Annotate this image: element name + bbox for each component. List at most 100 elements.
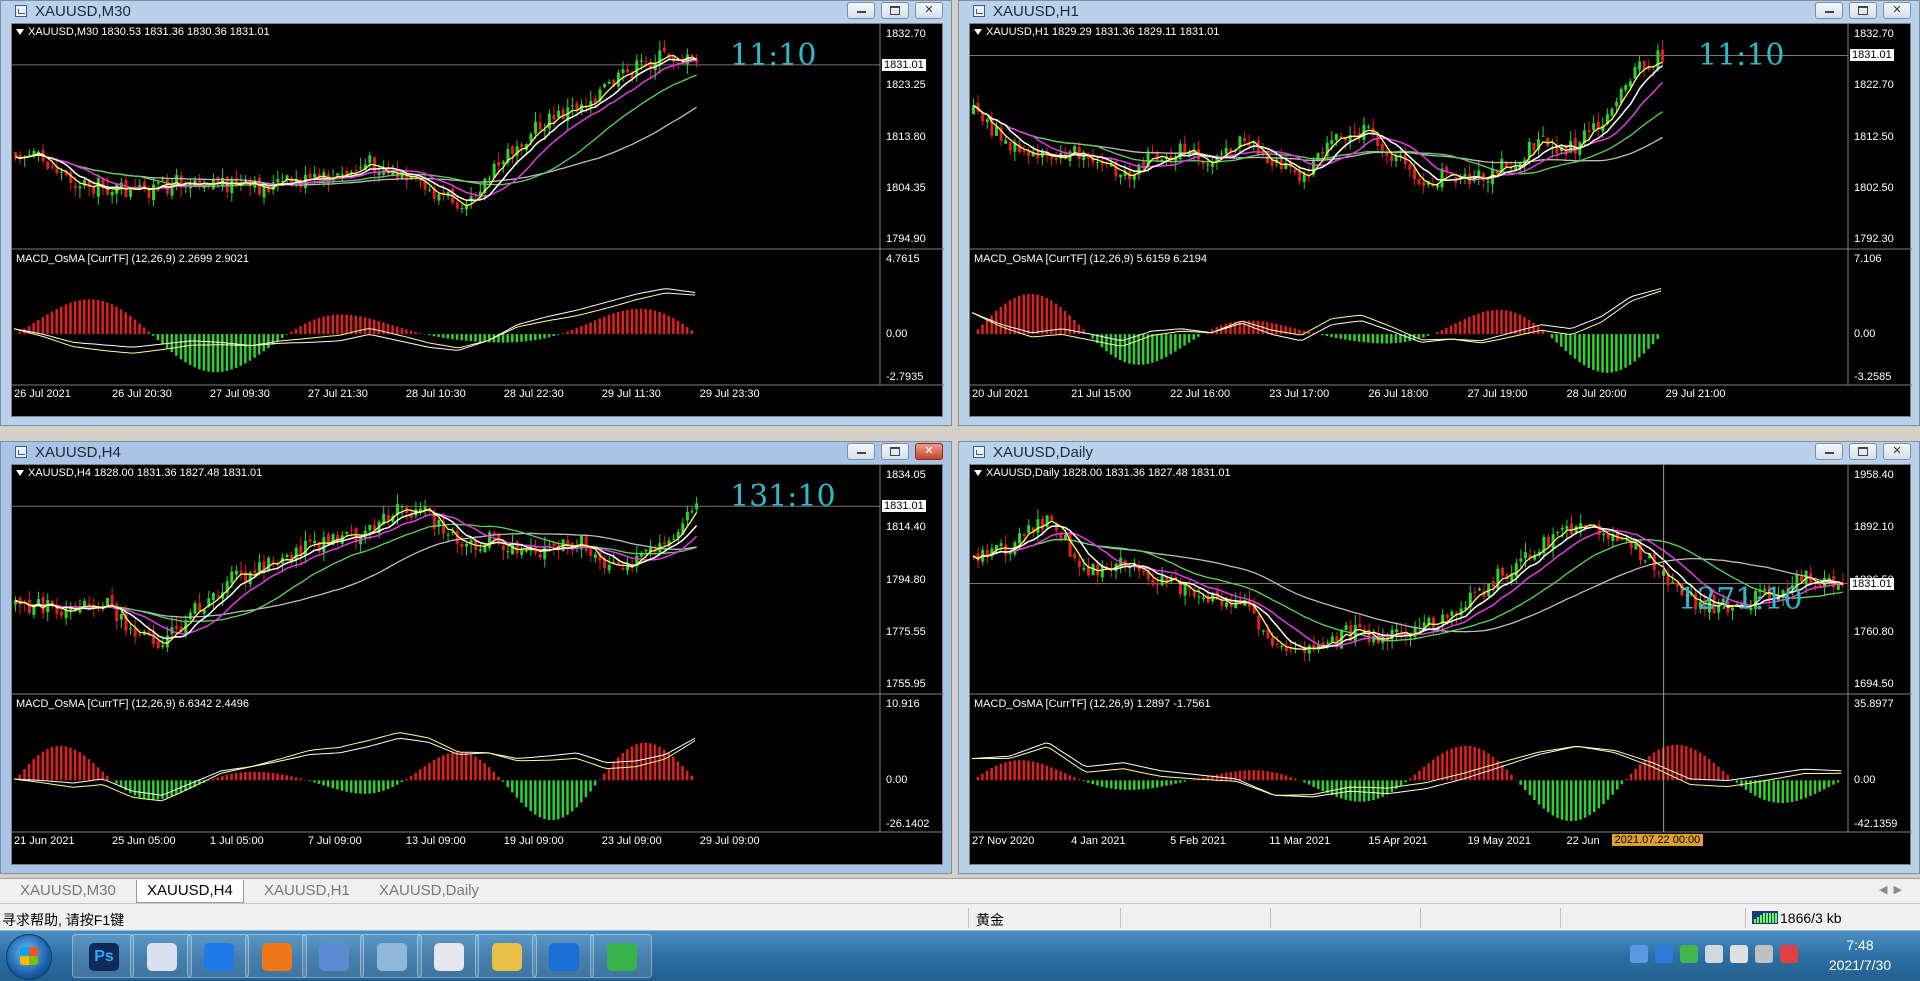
macd-histogram-bar [1229,323,1232,335]
taskbar-clock[interactable]: 7:48 2021/7/30 [1810,935,1910,975]
macd-histogram-bar [668,316,671,334]
taskbar-app-paint[interactable] [417,934,479,978]
candle-body [1023,534,1026,536]
macd-histogram-bar [267,334,270,348]
macd-histogram-bar [626,749,629,780]
chart-menu-triangle-icon[interactable] [974,29,982,35]
signal-icon[interactable] [1730,945,1748,963]
bar-countdown-clock: 11:10 [1698,38,1784,73]
maximize-button[interactable] [881,443,909,460]
chart-window-h4[interactable]: XAUUSD,H4✕ XAUUSD,H4 1828.00 1831.36 1827… [0,441,952,874]
candle-body [97,610,100,611]
chart-symbol-header[interactable]: XAUUSD,M30 1830.53 1831.36 1830.36 1831.… [16,26,270,38]
macd-histogram-bar [147,332,150,335]
candle-body [46,161,49,168]
minimize-button[interactable] [847,2,875,19]
window-titlebar[interactable]: XAUUSD,H1✕ [959,1,1919,23]
taskbar-app-photoshop[interactable]: Ps [72,934,134,978]
window-titlebar[interactable]: XAUUSD,Daily✕ [959,442,1919,464]
close-button[interactable]: ✕ [915,2,943,19]
macd-histogram-bar [1230,772,1233,780]
alert-tray-icon[interactable] [1780,945,1798,963]
chart-window-m30[interactable]: XAUUSD,M30✕ XAUUSD,M30 1830.53 1831.36 18… [0,0,952,426]
macd-histogram-bar [401,328,404,334]
chart-window-h1[interactable]: XAUUSD,H1✕ XAUUSD,H1 1829.29 1831.36 1829… [958,0,1920,426]
maximize-button[interactable] [1849,443,1877,460]
chart-canvas[interactable]: XAUUSD,H4 1828.00 1831.36 1827.48 1831.0… [11,464,943,865]
app-tray-icon[interactable] [1630,945,1648,963]
chart-canvas[interactable]: XAUUSD,H1 1829.29 1831.36 1829.11 1831.0… [969,23,1911,417]
candle-body [525,550,528,552]
tab-xauusd-daily[interactable]: XAUUSD,Daily [369,880,489,902]
chart-canvas[interactable]: XAUUSD,M30 1830.53 1831.36 1830.36 1831.… [11,23,943,417]
taskbar-app-notepad[interactable] [360,934,422,978]
macd-histogram-bar [74,750,77,781]
taskbar-app-pen-tool[interactable] [130,934,192,978]
shield-tray-icon[interactable] [1655,945,1673,963]
chart-menu-triangle-icon[interactable] [16,29,24,35]
candle-body [1317,153,1320,160]
macd-histogram-bar [1547,780,1550,812]
close-button[interactable]: ✕ [915,443,943,460]
volume-icon[interactable] [1755,945,1773,963]
macd-histogram-bar [332,780,335,788]
minimize-button[interactable] [1815,2,1843,19]
chart-symbol-header[interactable]: XAUUSD,H4 1828.00 1831.36 1827.48 1831.0… [16,467,262,479]
chart-symbol-header[interactable]: XAUUSD,H1 1829.29 1831.36 1829.11 1831.0… [974,26,1219,38]
window-titlebar[interactable]: XAUUSD,H4✕ [1,442,951,464]
close-button[interactable]: ✕ [1883,2,1911,19]
minimize-button[interactable] [1815,443,1843,460]
status-traffic: 1866/3 kb [1780,910,1842,926]
candle-body [557,111,560,117]
chart-symbol-header[interactable]: XAUUSD,Daily 1828.00 1831.36 1827.48 183… [974,467,1231,479]
macd-histogram-bar [405,329,408,334]
macd-histogram-bar [1422,334,1425,337]
macd-histogram-bar [1639,764,1642,780]
taskbar-app-messenger[interactable] [187,934,249,978]
price-axis-label: 1813.80 [886,131,926,143]
tab-xauusd-m30[interactable]: XAUUSD,M30 [10,880,126,902]
price-axis-label: 1794.80 [886,574,926,586]
time-axis-label: 11 Mar 2021 [1269,835,1330,847]
price-axis-label: 1802.50 [1854,182,1894,194]
taskbar-app-security[interactable] [532,934,594,978]
window-titlebar[interactable]: XAUUSD,M30✕ [1,1,951,23]
maximize-button[interactable] [881,2,909,19]
close-button[interactable]: ✕ [1883,443,1911,460]
candle-body [1574,138,1577,154]
macd-histogram-bar [1303,780,1306,782]
macd-histogram-bar [1570,780,1573,821]
taskbar-app-contacts[interactable] [302,934,364,978]
macd-histogram-bar [152,780,155,799]
network-icon[interactable] [1705,945,1723,963]
macd-histogram-bar [414,332,417,334]
taskbar-app-browser[interactable] [245,934,307,978]
macd-histogram-bar [447,754,450,781]
macd-histogram-bar [134,780,137,795]
maximize-button[interactable] [1849,2,1877,19]
wechat-tray-icon[interactable] [1680,945,1698,963]
minimize-button[interactable] [847,443,875,460]
tab-scroll-arrows[interactable]: ◀ ▶ [1879,883,1902,896]
chart-menu-triangle-icon[interactable] [974,470,982,476]
windows-logo-icon [20,947,38,965]
macd-histogram-bar [111,780,114,781]
tab-xauusd-h4[interactable]: XAUUSD,H4 [136,880,244,903]
macd-histogram-bar [1068,315,1071,334]
candle-body [1657,572,1660,573]
start-button[interactable] [6,934,52,980]
taskbar-app-wechat[interactable] [590,934,652,978]
macd-histogram-bar [460,334,463,340]
chart-menu-triangle-icon[interactable] [16,470,24,476]
macd-histogram-bar [1473,315,1476,334]
chart-canvas[interactable]: XAUUSD,Daily 1828.00 1831.36 1827.48 183… [969,464,1911,865]
candle-body [157,641,160,648]
chart-window-daily[interactable]: XAUUSD,Daily✕ XAUUSD,Daily 1828.00 1831.3… [958,441,1920,874]
tab-xauusd-h1[interactable]: XAUUSD,H1 [254,880,360,902]
taskbar-app-folder[interactable] [475,934,537,978]
macd-histogram-bar [1638,334,1641,358]
chart-window-icon [973,446,985,458]
candle-body [401,507,404,508]
macd-histogram-bar [589,322,592,334]
macd-histogram-bar [1814,780,1817,793]
